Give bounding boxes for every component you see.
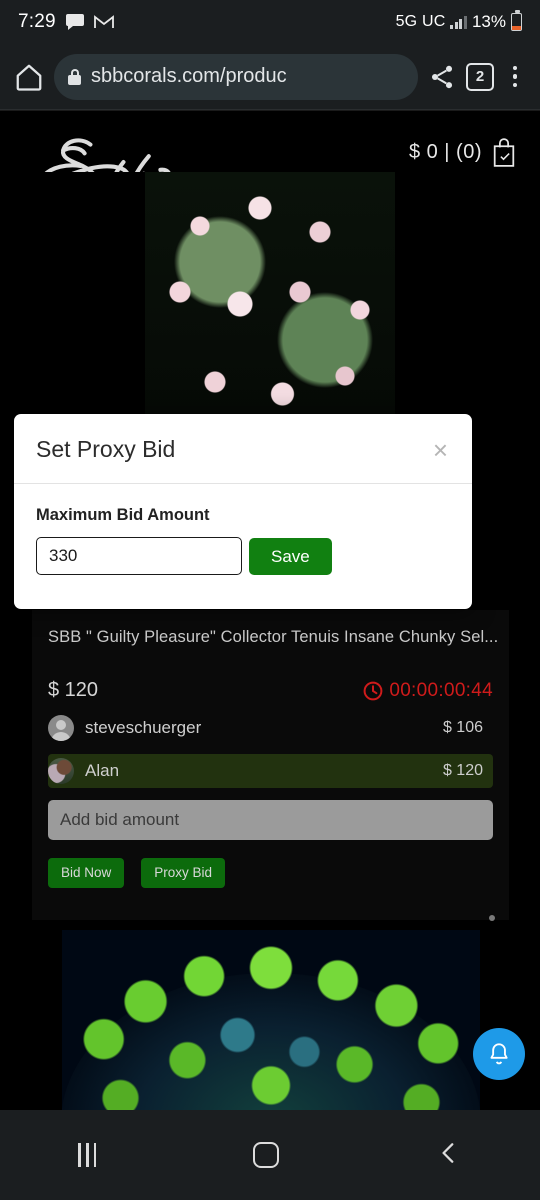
tab-count: 2 bbox=[475, 68, 485, 85]
android-nav-bar bbox=[0, 1110, 540, 1200]
scroll-indicator bbox=[489, 915, 495, 921]
modal-body: Maximum Bid Amount 330 Save bbox=[14, 484, 472, 609]
bid-amount: $ 106 bbox=[442, 719, 483, 736]
browser-toolbar: sbbcorals.com/produc 2 bbox=[0, 44, 540, 110]
recents-icon[interactable] bbox=[78, 1143, 97, 1167]
lock-icon bbox=[68, 68, 81, 85]
timer-value: 00:00:00:44 bbox=[389, 679, 493, 701]
home-icon[interactable] bbox=[14, 62, 44, 92]
max-bid-label: Maximum Bid Amount bbox=[36, 506, 210, 524]
product-title[interactable]: SBB " Guilty Pleasure" Collector Tenuis … bbox=[32, 610, 509, 647]
clock-icon bbox=[363, 681, 383, 700]
bidder-name: steveschuerger bbox=[85, 718, 202, 737]
bid-amount-input[interactable]: Add bid amount bbox=[48, 800, 493, 840]
countdown-timer: 00:00:00:44 bbox=[363, 680, 493, 702]
generic-avatar bbox=[48, 715, 74, 741]
bidder-name: Alan bbox=[85, 761, 120, 780]
back-chevron-icon[interactable] bbox=[436, 1140, 462, 1171]
bell-icon bbox=[490, 1043, 508, 1065]
bid-amount: $ 120 bbox=[442, 762, 483, 779]
clock-time: 7:29 bbox=[18, 11, 56, 32]
auction-actions: Bid Now Proxy Bid bbox=[48, 858, 493, 888]
modal-title: Set Proxy Bid bbox=[36, 436, 176, 462]
share-icon[interactable] bbox=[428, 63, 456, 91]
max-bid-field-row: 330 Save bbox=[36, 537, 450, 575]
proxy-bid-button[interactable]: Proxy Bid bbox=[141, 858, 226, 888]
cart-total: $ 0 | (0) bbox=[408, 141, 482, 163]
product-image-bottom[interactable] bbox=[62, 930, 480, 1110]
proxy-bid-modal: Set Proxy Bid × Maximum Bid Amount 330 S… bbox=[14, 414, 472, 609]
notification-fab[interactable] bbox=[473, 1028, 525, 1080]
gmail-icon bbox=[93, 15, 114, 28]
url-text: sbbcorals.com/produc bbox=[91, 65, 287, 87]
status-bar-right: 5G UC 13% bbox=[395, 10, 522, 32]
close-icon[interactable]: × bbox=[431, 437, 450, 463]
chat-bubble-icon bbox=[65, 14, 84, 30]
signal-strength-icon bbox=[450, 15, 467, 29]
save-button[interactable]: Save bbox=[249, 537, 332, 575]
bid-now-button[interactable]: Bid Now bbox=[48, 858, 125, 888]
cart-summary[interactable]: $ 0 | (0) bbox=[409, 137, 518, 168]
web-page: SHANE B BACKER $ 0 | (0) 25 SBB " Guilty… bbox=[0, 110, 540, 1110]
tab-switcher-button[interactable]: 2 bbox=[466, 62, 494, 91]
current-price: $ 120 bbox=[48, 679, 99, 701]
battery-icon bbox=[511, 10, 522, 31]
max-bid-input[interactable]: 330 bbox=[36, 537, 242, 575]
modal-header: Set Proxy Bid × bbox=[14, 414, 472, 484]
home-square-icon[interactable] bbox=[252, 1142, 279, 1168]
bid-row: Alan $ 120 bbox=[48, 754, 493, 788]
coral-photo-green bbox=[62, 930, 480, 1110]
network-label: 5G UC bbox=[395, 13, 446, 30]
auction-card: SBB " Guilty Pleasure" Collector Tenuis … bbox=[32, 610, 509, 921]
status-bar: 7:29 5G UC 13% bbox=[0, 0, 540, 44]
address-bar[interactable]: sbbcorals.com/produc bbox=[54, 53, 418, 100]
price-timer-row: $ 120 00:00:00:44 bbox=[32, 647, 509, 702]
shopping-bag-icon bbox=[493, 138, 515, 167]
battery-percent: 13% bbox=[471, 12, 506, 31]
bid-row: steveschuerger $ 106 bbox=[48, 711, 493, 745]
status-bar-left: 7:29 bbox=[18, 11, 114, 33]
user-photo-avatar bbox=[48, 758, 74, 784]
kebab-menu-icon[interactable] bbox=[504, 65, 526, 88]
